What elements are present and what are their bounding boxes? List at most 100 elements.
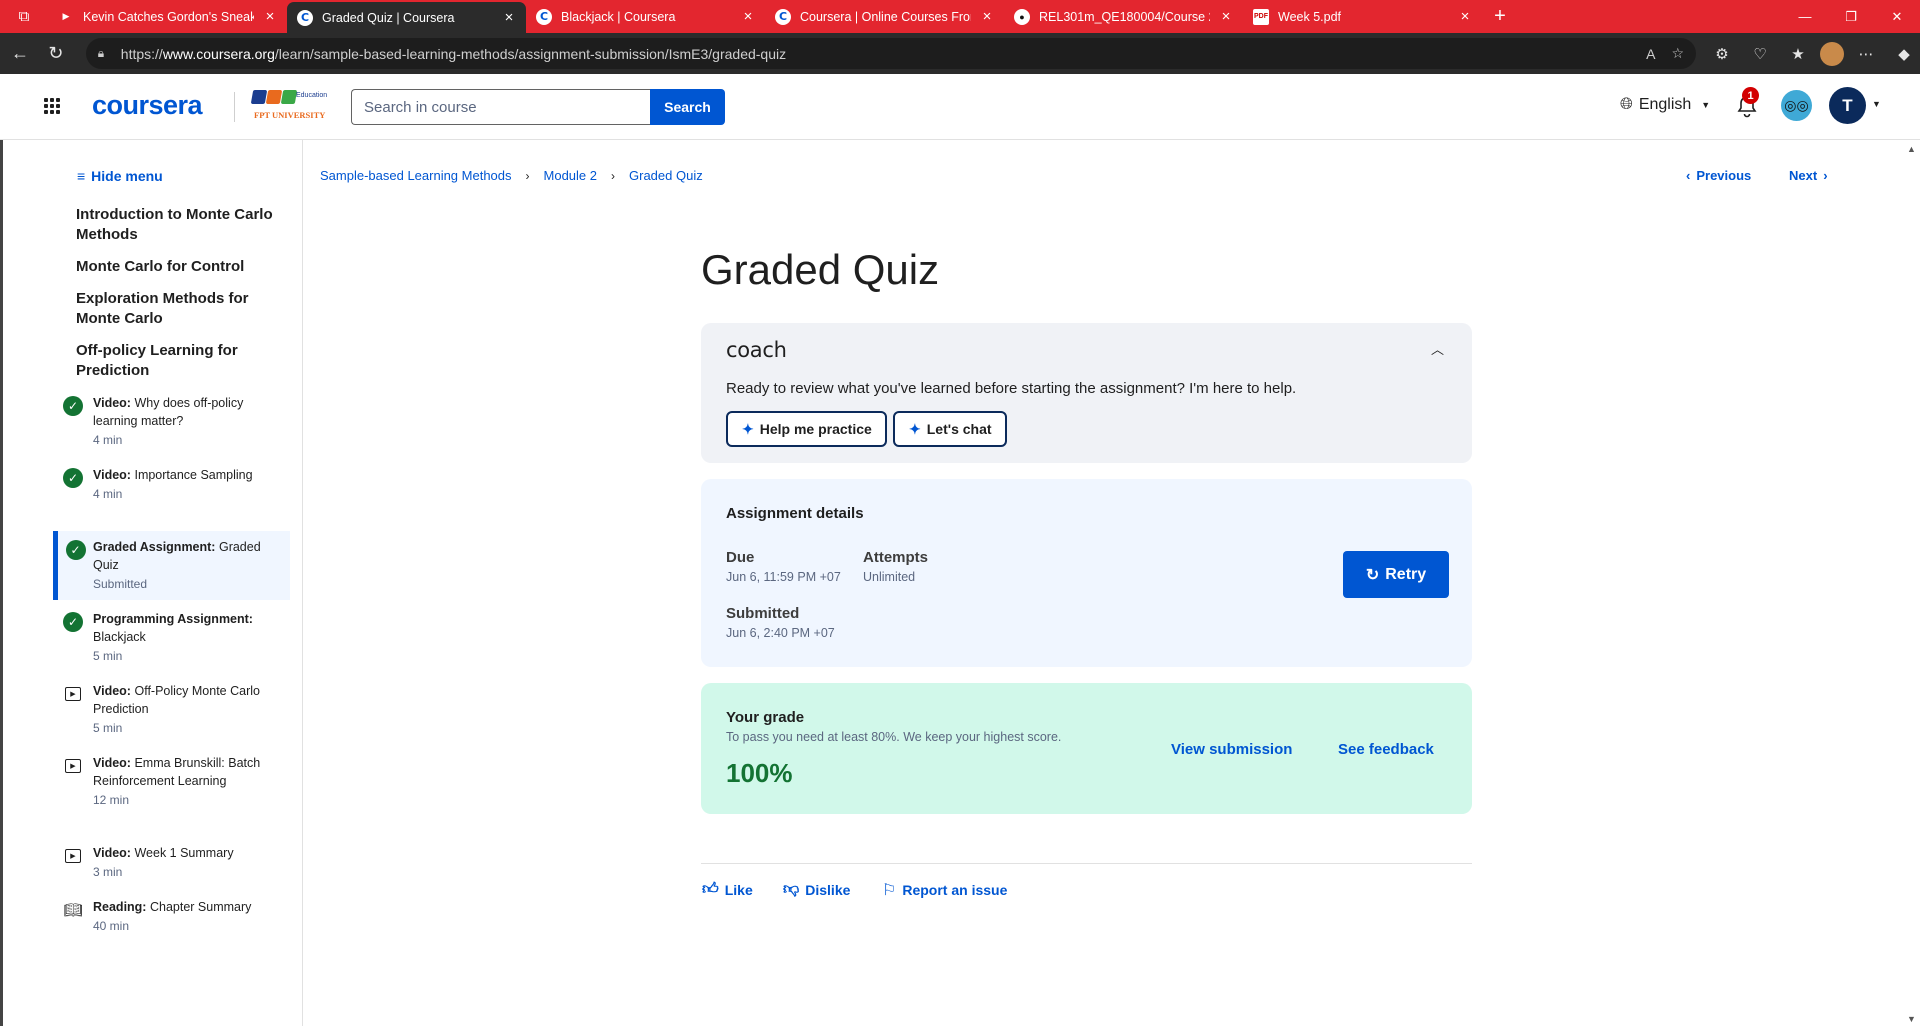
performance-icon[interactable]: ♡	[1744, 38, 1776, 70]
lets-chat-button[interactable]: ✦ Let's chat	[893, 411, 1007, 447]
chevron-left-icon: ‹	[1686, 168, 1691, 183]
chevron-up-icon[interactable]: ︿	[1431, 339, 1444, 358]
sidebar-section[interactable]: Monte Carlo for Control	[76, 257, 276, 277]
next-button[interactable]: Next ›	[1789, 168, 1828, 183]
thumbs-down-icon: 👎︎	[783, 881, 800, 898]
back-icon[interactable]: ←	[4, 38, 36, 70]
minimize-icon[interactable]: —	[1782, 0, 1828, 33]
sidebar-section[interactable]: Introduction to Monte Carlo Methods	[76, 205, 276, 245]
sidebar-item[interactable]: ✓ Video: Why does off-policy learning ma…	[53, 394, 290, 449]
coach-glasses-icon[interactable]: ◎◎	[1781, 90, 1812, 121]
close-icon[interactable]: ×	[980, 8, 994, 25]
youtube-icon: ▶	[62, 11, 70, 21]
new-tab-button[interactable]: +	[1482, 5, 1518, 28]
view-submission-link[interactable]: View submission	[1171, 741, 1292, 758]
report-label: Report an issue	[902, 882, 1008, 898]
help-me-practice-button[interactable]: ✦ Help me practice	[726, 411, 887, 447]
coach-message: Ready to review what you've learned befo…	[726, 380, 1297, 397]
close-icon[interactable]: ×	[741, 8, 755, 25]
sidebar-item[interactable]: ▶ Video: Off-Policy Monte Carlo Predicti…	[53, 682, 290, 737]
refresh-icon: ↻	[1365, 566, 1380, 584]
coursera-icon: C	[536, 8, 552, 25]
coursera-logo[interactable]: coursera	[92, 90, 203, 121]
hide-menu-button[interactable]: ≡ Hide menu	[77, 168, 163, 184]
page-scrollbar[interactable]: ▲ ▼	[1902, 140, 1920, 1032]
item-type: Video:	[93, 468, 131, 482]
chevron-right-icon: ›	[611, 168, 615, 183]
url-field[interactable]: 🔒︎ https://www.coursera.org/learn/sample…	[85, 38, 1697, 69]
item-title: Week 1 Summary	[134, 846, 234, 860]
browser-toolbar: ⚙ ♡ ★ ⋯ ◆	[1706, 38, 1920, 70]
sidebar-item[interactable]: ▶ Video: Emma Brunskill: Batch Reinforce…	[53, 754, 290, 809]
browser-tab[interactable]: PDF Week 5.pdf ×	[1243, 0, 1482, 33]
see-feedback-link[interactable]: See feedback	[1338, 741, 1434, 758]
extensions-icon[interactable]: ⚙	[1706, 38, 1738, 70]
language-selector[interactable]: 🌐︎ English ▼	[1620, 96, 1710, 114]
sidebar-item[interactable]: ▶ Video: Week 1 Summary 3 min	[53, 844, 290, 881]
notification-badge: 1	[1742, 87, 1759, 104]
breadcrumb-course[interactable]: Sample-based Learning Methods	[320, 168, 512, 183]
notifications-button[interactable]: 1	[1736, 87, 1760, 118]
item-meta: 12 min	[93, 793, 130, 807]
grade-title: Your grade	[726, 709, 805, 726]
browser-tab[interactable]: C Coursera | Online Courses From T ×	[765, 0, 1004, 33]
sidebar-item-active[interactable]: ✓ Graded Assignment: Graded Quiz Submitte…	[53, 531, 290, 600]
site-header: coursera Education FPT UNIVERSITY Search…	[0, 74, 1920, 140]
sidebar-section[interactable]: Off-policy Learning for Prediction	[76, 341, 276, 381]
next-label: Next	[1789, 168, 1818, 183]
lock-icon: 🔒︎	[97, 46, 105, 60]
window-controls: — ❐ ✕	[1782, 0, 1920, 33]
apps-grid-icon[interactable]	[44, 98, 60, 114]
workspaces-icon[interactable]: ⧉	[0, 0, 48, 33]
sidebar-item[interactable]: ✓ Video: Importance Sampling 4 min	[53, 466, 290, 503]
coach-panel: coach ︿ Ready to review what you've lear…	[701, 323, 1472, 463]
submitted-label: Submitted	[726, 605, 800, 622]
play-icon: ▶	[65, 759, 81, 773]
browser-tab[interactable]: ● REL301m_QE180004/Course 2/Su ×	[1004, 0, 1243, 33]
coursera-icon: C	[297, 9, 313, 26]
more-icon[interactable]: ⋯	[1850, 38, 1882, 70]
reload-icon[interactable]: ↻	[40, 38, 72, 70]
favorites-icon[interactable]: ★	[1782, 38, 1814, 70]
assignment-details-card: Assignment details Due Jun 6, 11:59 PM +…	[701, 479, 1472, 667]
sidebar-section[interactable]: Exploration Methods for Monte Carlo	[76, 289, 276, 329]
copilot-icon[interactable]: ◆	[1888, 38, 1920, 70]
chevron-down-icon[interactable]: ▼	[1872, 99, 1881, 109]
button-label: Help me practice	[759, 421, 872, 437]
sidebar-item[interactable]: ✓ Programming Assignment: Blackjack 5 min	[53, 610, 290, 665]
item-type: Video:	[93, 684, 131, 698]
sidebar-item[interactable]: 📖︎ Reading: Chapter Summary 40 min	[53, 898, 290, 935]
close-icon[interactable]: ×	[1219, 8, 1233, 25]
like-button[interactable]: 👍︎ Like	[702, 880, 753, 899]
close-icon[interactable]: ×	[1458, 8, 1472, 25]
close-icon[interactable]: ×	[502, 9, 516, 26]
dislike-button[interactable]: 👎︎ Dislike	[783, 880, 850, 899]
scroll-down-icon[interactable]: ▼	[1907, 1014, 1916, 1024]
item-meta: 3 min	[93, 865, 123, 879]
search-button[interactable]: Search	[650, 89, 725, 125]
read-aloud-icon[interactable]: A	[1646, 46, 1655, 62]
page-title: Graded Quiz	[701, 246, 940, 293]
search-input[interactable]	[351, 89, 650, 125]
retry-button[interactable]: ↻ Retry	[1343, 551, 1449, 598]
report-issue-button[interactable]: ⚐ Report an issue	[882, 880, 1007, 900]
breadcrumb-current[interactable]: Graded Quiz	[629, 168, 703, 183]
close-window-icon[interactable]: ✕	[1874, 0, 1920, 33]
pdf-icon: PDF	[1253, 8, 1269, 25]
restore-icon[interactable]: ❐	[1828, 0, 1874, 33]
fpt-university-logo[interactable]: Education FPT UNIVERSITY	[250, 90, 334, 126]
browser-tab[interactable]: C Blackjack | Coursera ×	[526, 0, 765, 33]
profile-avatar[interactable]	[1820, 41, 1845, 66]
user-avatar[interactable]: T	[1829, 87, 1866, 124]
close-icon[interactable]: ×	[263, 8, 277, 25]
browser-tab[interactable]: ▶ Kevin Catches Gordon's Sneaky T ×	[48, 0, 287, 33]
breadcrumb-module[interactable]: Module 2	[544, 168, 597, 183]
item-type: Video:	[93, 756, 131, 770]
favorite-star-icon[interactable]: ☆	[1671, 45, 1684, 62]
previous-button[interactable]: ‹ Previous	[1686, 168, 1751, 183]
browser-address-bar: ← ↻ 🔒︎ https://www.coursera.org/learn/sa…	[0, 33, 1920, 74]
item-type: Graded Assignment:	[93, 540, 216, 554]
scroll-up-icon[interactable]: ▲	[1907, 144, 1916, 154]
browser-tab-active[interactable]: C Graded Quiz | Coursera ×	[287, 2, 526, 33]
button-label: Let's chat	[926, 421, 992, 437]
